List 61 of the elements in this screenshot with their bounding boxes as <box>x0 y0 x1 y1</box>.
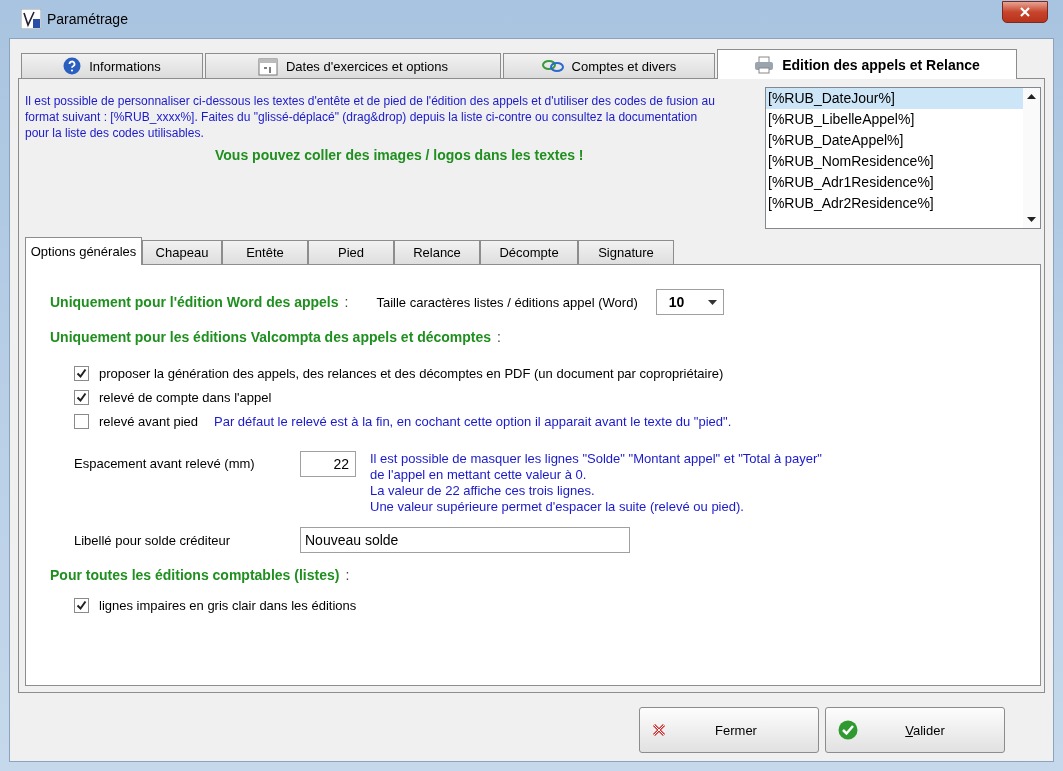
close-button[interactable]: Fermer <box>639 707 819 753</box>
scroll-down-arrow-icon[interactable] <box>1027 217 1036 222</box>
paste-note: Vous pouvez coller des images / logos dans les textes ! <box>215 147 585 163</box>
tab[interactable]: Pied <box>308 240 394 265</box>
list-item[interactable]: [%RUB_DateAppel%] <box>766 130 1023 151</box>
checkbox-label: proposer la génération des appels, des relances et des décomptes en PDF (un document par copropriétaire) <box>99 365 724 381</box>
list-item[interactable]: [%RUB_Adr2Residence%] <box>766 193 1023 214</box>
list-item[interactable]: [%RUB_Adr1Residence%] <box>766 172 1023 193</box>
tab[interactable]: Signature <box>578 240 674 265</box>
close-button[interactable] <box>1002 1 1048 23</box>
window-title: Paramétrage <box>47 11 128 27</box>
intro-text: Il est possible de personnaliser ci-dessous les textes d'entête et de pied de l'édition des appels et d'utiliser des codes de fusion au format suivant : [%RUB_xxxx%]. Faites du "glissé-déplacé" (drag&drop) depuis la liste ci-contre ou consultez la documentation pour la liste des codes utilisables. <box>25 93 715 141</box>
printer-icon <box>754 55 775 74</box>
calendar-icon <box>257 56 278 76</box>
checkbox-label: lignes impaires en gris clair dans les éditions <box>99 597 357 613</box>
checkmark-icon <box>838 720 858 740</box>
tab[interactable]: Edition des appels et Relance <box>717 49 1017 79</box>
colon: : <box>344 294 349 310</box>
spacing-note: de l'appel en mettant cette valeur à 0. <box>370 467 588 483</box>
app-logo-icon <box>21 9 41 29</box>
tab[interactable]: Comptes et divers <box>503 53 715 79</box>
checkbox[interactable] <box>74 413 89 429</box>
colon: : <box>345 567 350 583</box>
help-icon <box>63 57 82 75</box>
checkbox-label: relevé de compte dans l'appel <box>99 389 272 405</box>
tab[interactable]: Relance <box>394 240 480 265</box>
close-icon <box>1019 7 1031 17</box>
font-size-dropdown[interactable]: 10 <box>655 289 724 315</box>
confirm-button[interactable]: Valider <box>825 707 1005 753</box>
tab[interactable]: Décompte <box>480 240 578 265</box>
credit-input[interactable]: Nouveau solde <box>300 527 630 553</box>
section-heading: Uniquement pour les éditions Valcompta des appels et décomptes <box>50 329 492 345</box>
credit-label: Libellé pour solde créditeur <box>74 532 232 548</box>
list-item[interactable]: [%RUB_NomResidence%] <box>766 151 1023 172</box>
spacing-note: Une valeur supérieure permet d'espacer la suite (relevé ou pied). <box>370 499 745 515</box>
spacing-input[interactable]: 22 <box>300 451 356 477</box>
checkbox[interactable] <box>74 365 89 381</box>
section-heading: Uniquement pour l'édition Word des appels <box>50 294 339 310</box>
section-heading: Pour toutes les éditions comptables (listes) <box>50 567 340 583</box>
option-note: Par défaut le relevé est à la fin, en cochant cette option il apparait avant le texte du "pied". <box>214 413 732 429</box>
spacing-note: Il est possible de masquer les lignes "Solde" "Montant appel" et "Total à payer" <box>370 451 822 467</box>
tab[interactable]: Informations <box>21 53 203 79</box>
checkbox[interactable] <box>74 389 89 405</box>
link-icon <box>541 59 564 73</box>
list-item[interactable]: [%RUB_LibelleAppel%] <box>766 109 1023 130</box>
colon: : <box>497 329 501 345</box>
tab[interactable]: Entête <box>222 240 308 265</box>
close-icon <box>652 723 666 737</box>
spacing-note: La valeur de 22 affiche ces trois lignes. <box>370 483 596 499</box>
checkbox-label: relevé avant pied <box>99 413 198 429</box>
dropdown-arrow-icon <box>707 299 717 305</box>
tab[interactable]: Dates d'exercices et options <box>205 53 501 79</box>
list-item[interactable]: [%RUB_DateJour%] <box>766 88 1023 109</box>
tab[interactable]: Chapeau <box>142 240 222 265</box>
spacing-label: Espacement avant relevé (mm) <box>74 455 256 471</box>
scroll-up-arrow-icon[interactable] <box>1027 94 1036 99</box>
checkbox[interactable] <box>74 597 89 613</box>
scrollbar[interactable] <box>1023 88 1040 228</box>
font-size-label: Taille caractères listes / éditions appel (Word) <box>376 294 638 310</box>
tab[interactable]: Options générales <box>25 237 142 265</box>
merge-code-list[interactable]: [%RUB_DateJour%] [%RUB_LibelleAppel%] [%RUB_DateAppel%] [%RUB_NomResidence%] [%RUB_Adr1Residence%] [%RUB_Adr2Residence%] <box>765 87 1041 229</box>
